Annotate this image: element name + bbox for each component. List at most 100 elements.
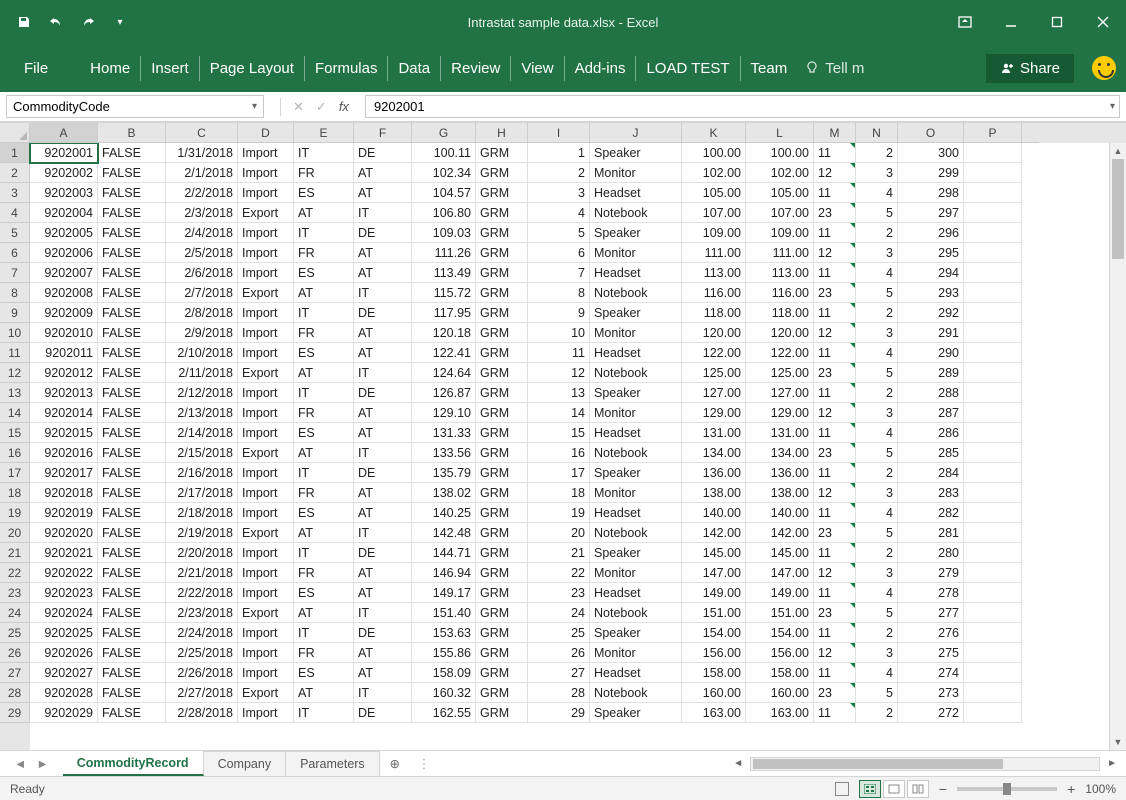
column-header-P[interactable]: P — [964, 123, 1022, 143]
cell[interactable]: GRM — [476, 603, 528, 623]
vertical-scrollbar-thumb[interactable] — [1112, 159, 1124, 259]
cell[interactable]: 5 — [856, 363, 898, 383]
cell[interactable]: 292 — [898, 303, 964, 323]
cell[interactable]: 9202001 — [30, 143, 98, 163]
cell[interactable]: GRM — [476, 443, 528, 463]
cell[interactable]: IT — [294, 303, 354, 323]
cell[interactable]: GRM — [476, 423, 528, 443]
cell[interactable]: Monitor — [590, 563, 682, 583]
cell[interactable]: 118.00 — [682, 303, 746, 323]
cell[interactable]: 106.80 — [412, 203, 476, 223]
cell[interactable]: FALSE — [98, 483, 166, 503]
cell[interactable]: Import — [238, 263, 294, 283]
cell[interactable]: 5 — [528, 223, 590, 243]
cell[interactable]: FR — [294, 323, 354, 343]
cell[interactable]: Import — [238, 163, 294, 183]
cell[interactable]: FALSE — [98, 383, 166, 403]
cell[interactable]: Import — [238, 303, 294, 323]
cell[interactable]: 136.00 — [682, 463, 746, 483]
column-header-N[interactable]: N — [856, 123, 898, 143]
cell[interactable]: FALSE — [98, 443, 166, 463]
cell[interactable]: FALSE — [98, 423, 166, 443]
cell[interactable]: 11 — [814, 263, 856, 283]
cell[interactable]: 28 — [528, 683, 590, 703]
cell[interactable]: 277 — [898, 603, 964, 623]
cell[interactable]: 9202012 — [30, 363, 98, 383]
column-header-K[interactable]: K — [682, 123, 746, 143]
cell[interactable]: 154.00 — [746, 623, 814, 643]
cell[interactable]: Export — [238, 443, 294, 463]
cell[interactable]: GRM — [476, 643, 528, 663]
row-header[interactable]: 19 — [0, 503, 30, 523]
cell[interactable]: 151.00 — [682, 603, 746, 623]
cell[interactable]: 107.00 — [746, 203, 814, 223]
cell[interactable]: 279 — [898, 563, 964, 583]
cell[interactable]: 2 — [856, 543, 898, 563]
cell[interactable]: 9202020 — [30, 523, 98, 543]
cell[interactable]: 11 — [814, 463, 856, 483]
cell[interactable]: 11 — [814, 143, 856, 163]
cell[interactable]: 7 — [528, 263, 590, 283]
row-header[interactable]: 21 — [0, 543, 30, 563]
row-header[interactable]: 4 — [0, 203, 30, 223]
cell[interactable]: Headset — [590, 503, 682, 523]
cell[interactable]: 2/15/2018 — [166, 443, 238, 463]
cell[interactable]: 15 — [528, 423, 590, 443]
cell[interactable]: GRM — [476, 243, 528, 263]
cell[interactable]: Export — [238, 363, 294, 383]
cell[interactable] — [964, 243, 1022, 263]
cell[interactable]: 5 — [856, 683, 898, 703]
cell[interactable]: FR — [294, 403, 354, 423]
cell[interactable]: 23 — [814, 363, 856, 383]
cell[interactable]: 9202015 — [30, 423, 98, 443]
column-header-A[interactable]: A — [30, 123, 98, 143]
cell[interactable]: AT — [354, 583, 412, 603]
scroll-up-icon[interactable]: ▲ — [1110, 143, 1126, 159]
cell[interactable]: AT — [294, 283, 354, 303]
cell[interactable]: Headset — [590, 263, 682, 283]
cell[interactable]: 11 — [814, 663, 856, 683]
cell[interactable]: 125.00 — [746, 363, 814, 383]
zoom-level[interactable]: 100% — [1085, 782, 1116, 796]
cell[interactable]: FR — [294, 243, 354, 263]
cell[interactable]: 2/5/2018 — [166, 243, 238, 263]
cell[interactable]: 4 — [856, 183, 898, 203]
row-header[interactable]: 25 — [0, 623, 30, 643]
cell[interactable]: 2/28/2018 — [166, 703, 238, 723]
cell[interactable]: AT — [354, 343, 412, 363]
cell[interactable]: 117.95 — [412, 303, 476, 323]
row-header[interactable]: 13 — [0, 383, 30, 403]
cell[interactable]: DE — [354, 143, 412, 163]
cell[interactable]: 3 — [856, 163, 898, 183]
cell[interactable]: 158.00 — [682, 663, 746, 683]
cell[interactable]: IT — [354, 523, 412, 543]
cell[interactable] — [964, 263, 1022, 283]
cell[interactable]: Import — [238, 543, 294, 563]
cell[interactable]: IT — [354, 283, 412, 303]
cell[interactable]: ES — [294, 183, 354, 203]
cell[interactable]: GRM — [476, 363, 528, 383]
cell[interactable]: 154.00 — [682, 623, 746, 643]
cell[interactable]: 285 — [898, 443, 964, 463]
cell[interactable]: 23 — [814, 603, 856, 623]
cell[interactable]: 122.00 — [746, 343, 814, 363]
cell[interactable]: 109.03 — [412, 223, 476, 243]
cell[interactable]: FALSE — [98, 583, 166, 603]
expand-formula-bar-icon[interactable]: ▾ — [1110, 101, 1115, 112]
cell[interactable]: 100.00 — [746, 143, 814, 163]
cell[interactable]: Import — [238, 143, 294, 163]
cell[interactable]: IT — [294, 623, 354, 643]
cell[interactable]: 9202005 — [30, 223, 98, 243]
cell[interactable]: 12 — [814, 483, 856, 503]
cell[interactable]: 21 — [528, 543, 590, 563]
row-header[interactable]: 27 — [0, 663, 30, 683]
cell[interactable]: 2/21/2018 — [166, 563, 238, 583]
ribbon-tab-data[interactable]: Data — [388, 56, 441, 81]
cell[interactable]: 109.00 — [682, 223, 746, 243]
cell[interactable]: FALSE — [98, 183, 166, 203]
cell[interactable]: 2/22/2018 — [166, 583, 238, 603]
save-button[interactable] — [12, 10, 36, 34]
cell[interactable]: FALSE — [98, 663, 166, 683]
cell[interactable]: 127.00 — [746, 383, 814, 403]
cell[interactable]: 156.00 — [746, 643, 814, 663]
